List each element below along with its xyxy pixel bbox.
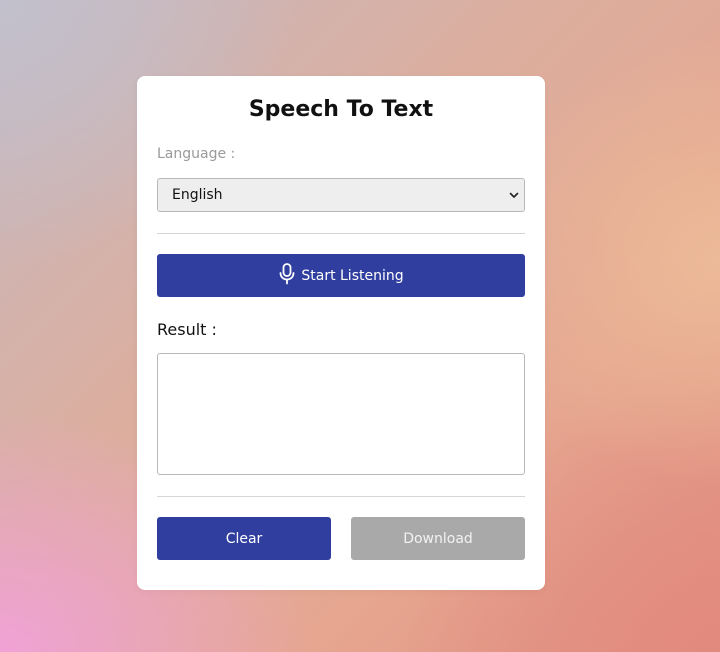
language-label: Language : xyxy=(157,146,236,162)
clear-button[interactable]: Clear xyxy=(157,517,331,560)
page-title: Speech To Text xyxy=(248,97,434,122)
divider xyxy=(157,496,525,497)
language-select-value: English xyxy=(172,187,223,203)
divider xyxy=(157,233,525,234)
clear-button-label: Clear xyxy=(225,530,263,547)
start-listening-button[interactable]: Start Listening xyxy=(157,254,525,297)
download-button-label: Download xyxy=(403,530,473,547)
language-select[interactable]: English xyxy=(157,178,525,212)
microphone-icon xyxy=(279,263,295,285)
result-label: Result : xyxy=(157,320,217,339)
download-button[interactable]: Download xyxy=(351,517,525,560)
chevron-down-icon xyxy=(509,192,519,198)
result-textarea[interactable] xyxy=(157,353,525,475)
speech-to-text-card: Speech To Text Language : English Start … xyxy=(137,76,545,590)
start-listening-label: Start Listening xyxy=(301,267,404,284)
